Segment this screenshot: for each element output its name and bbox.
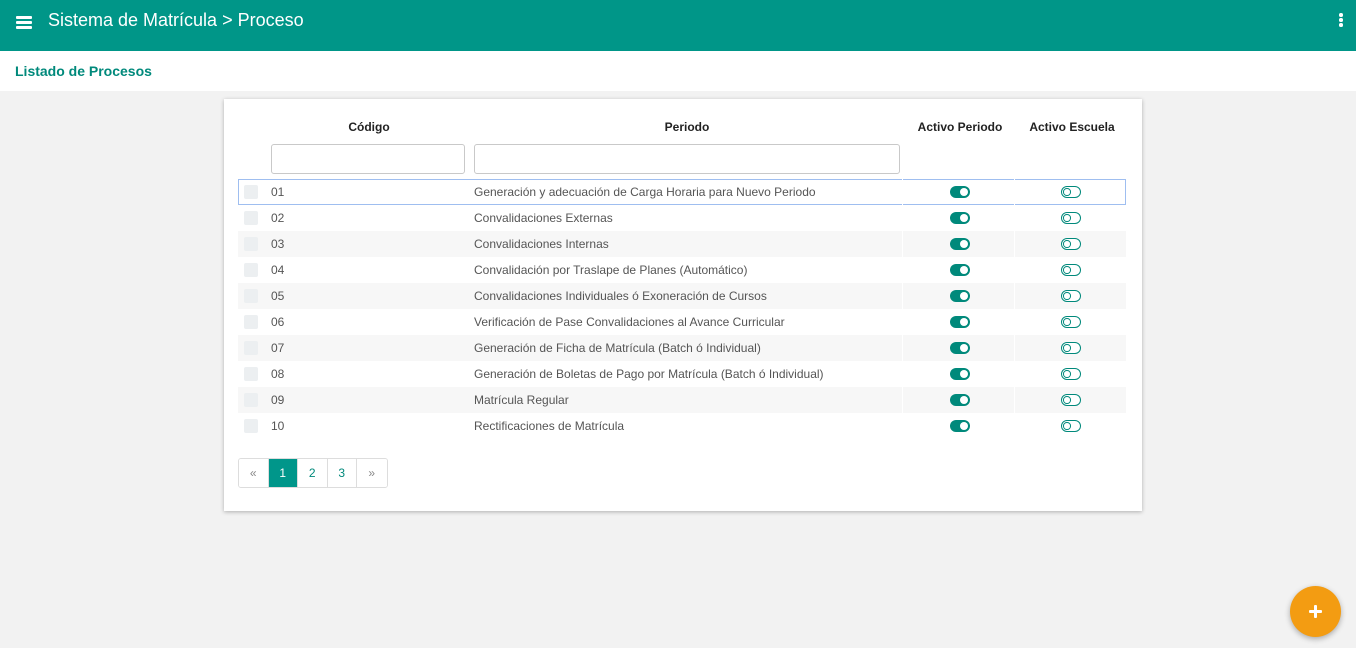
activo-periodo-toggle[interactable] — [950, 186, 970, 198]
pagination-page-1[interactable]: 1 — [268, 459, 298, 487]
table-row[interactable]: 03 Convalidaciones Internas — [238, 231, 1126, 257]
activo-escuela-toggle[interactable] — [1061, 420, 1081, 432]
codigo-filter-input[interactable] — [271, 144, 465, 174]
table-row[interactable]: 08 Generación de Boletas de Pago por Matr… — [238, 361, 1126, 387]
process-name: Convalidaciones Externas — [474, 211, 613, 225]
table-row[interactable]: 07 Generación de Ficha de Matrícula (Batc… — [238, 335, 1126, 361]
row-checkbox[interactable] — [244, 367, 258, 381]
process-name: Verificación de Pase Convalidaciones al … — [474, 315, 785, 329]
activo-escuela-toggle[interactable] — [1061, 212, 1081, 224]
table-row[interactable]: 01 Generación y adecuación de Carga Horar… — [238, 179, 1126, 205]
process-code: 08 — [271, 367, 285, 381]
table-row[interactable]: 04 Convalidación por Traslape de Planes (… — [238, 257, 1126, 283]
table-row[interactable]: 02 Convalidaciones Externas — [238, 205, 1126, 231]
row-checkbox[interactable] — [244, 185, 258, 199]
pagination: « 1 2 3 » — [238, 458, 388, 488]
activo-periodo-toggle[interactable] — [950, 342, 970, 354]
vertical-dots-icon[interactable] — [1338, 13, 1344, 29]
process-name: Convalidaciones Internas — [474, 237, 609, 251]
row-checkbox[interactable] — [244, 237, 258, 251]
activo-escuela-toggle[interactable] — [1061, 316, 1081, 328]
column-header-activo-periodo[interactable]: Activo Periodo — [904, 120, 1016, 134]
process-name: Generación y adecuación de Carga Horaria… — [474, 185, 816, 199]
top-app-bar: Sistema de Matrícula > Proceso — [0, 0, 1356, 51]
activo-escuela-toggle[interactable] — [1061, 264, 1081, 276]
hamburger-menu-icon[interactable] — [16, 14, 34, 30]
activo-escuela-toggle[interactable] — [1061, 394, 1081, 406]
column-header-activo-escuela[interactable]: Activo Escuela — [1016, 120, 1128, 134]
process-code: 07 — [271, 341, 285, 355]
process-name: Rectificaciones de Matrícula — [474, 419, 625, 433]
activo-periodo-toggle[interactable] — [950, 368, 970, 380]
process-name: Matrícula Regular — [474, 393, 569, 407]
row-checkbox[interactable] — [244, 315, 258, 329]
process-code: 05 — [271, 289, 285, 303]
activo-periodo-toggle[interactable] — [950, 264, 970, 276]
activo-periodo-toggle[interactable] — [950, 420, 970, 432]
row-checkbox[interactable] — [244, 341, 258, 355]
activo-periodo-toggle[interactable] — [950, 290, 970, 302]
activo-periodo-toggle[interactable] — [950, 212, 970, 224]
table-row[interactable]: 09 Matrícula Regular — [238, 387, 1126, 413]
process-name: Convalidaciones Individuales ó Exoneraci… — [474, 289, 767, 303]
row-checkbox[interactable] — [244, 289, 258, 303]
pagination-page-2[interactable]: 2 — [298, 459, 328, 487]
activo-escuela-toggle[interactable] — [1061, 368, 1081, 380]
process-code: 04 — [271, 263, 285, 277]
table-row[interactable]: 05 Convalidaciones Individuales ó Exonera… — [238, 283, 1126, 309]
activo-periodo-toggle[interactable] — [950, 316, 970, 328]
column-header-codigo[interactable]: Código — [314, 120, 424, 134]
activo-escuela-toggle[interactable] — [1061, 290, 1081, 302]
table-row[interactable]: 06 Verificación de Pase Convalidaciones a… — [238, 309, 1126, 335]
page-title: Listado de Procesos — [15, 63, 152, 79]
activo-periodo-toggle[interactable] — [950, 238, 970, 250]
row-checkbox[interactable] — [244, 211, 258, 225]
pagination-page-3[interactable]: 3 — [327, 459, 357, 487]
activo-escuela-toggle[interactable] — [1061, 238, 1081, 250]
activo-escuela-toggle[interactable] — [1061, 342, 1081, 354]
activo-periodo-toggle[interactable] — [950, 394, 970, 406]
process-code: 09 — [271, 393, 285, 407]
table-row[interactable]: 10 Rectificaciones de Matrícula — [238, 413, 1126, 439]
row-checkbox[interactable] — [244, 393, 258, 407]
process-name: Convalidación por Traslape de Planes (Au… — [474, 263, 748, 277]
process-name: Generación de Ficha de Matrícula (Batch … — [474, 341, 761, 355]
pagination-prev-button[interactable]: « — [239, 459, 269, 487]
pagination-next-button[interactable]: » — [357, 459, 387, 487]
process-code: 03 — [271, 237, 285, 251]
page-subheader: Listado de Procesos — [0, 51, 1356, 91]
process-list-card: Código Periodo Activo Periodo Activo Esc… — [224, 99, 1142, 511]
activo-escuela-toggle[interactable] — [1061, 186, 1081, 198]
app-title: Sistema de Matrícula > Proceso — [48, 10, 304, 30]
process-code: 10 — [271, 419, 285, 433]
column-header-periodo[interactable]: Periodo — [474, 120, 900, 134]
add-process-button[interactable] — [1290, 586, 1341, 637]
table-body: 01 Generación y adecuación de Carga Horar… — [238, 179, 1126, 439]
periodo-filter-input[interactable] — [474, 144, 900, 174]
process-code: 02 — [271, 211, 285, 225]
row-checkbox[interactable] — [244, 419, 258, 433]
process-code: 06 — [271, 315, 285, 329]
process-name: Generación de Boletas de Pago por Matríc… — [474, 367, 824, 381]
row-checkbox[interactable] — [244, 263, 258, 277]
process-code: 01 — [271, 185, 285, 199]
